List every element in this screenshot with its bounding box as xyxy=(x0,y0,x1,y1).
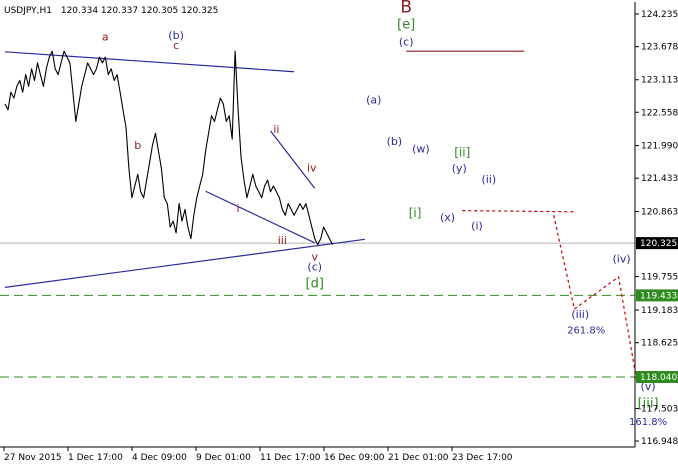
wave-label: (x) xyxy=(440,211,455,224)
wave-label: i xyxy=(237,202,240,215)
price-level-label: 118.040 xyxy=(640,373,677,383)
wave-label: [e] xyxy=(397,17,415,32)
time-tick-label: 1 Dec 17:00 xyxy=(68,453,123,463)
upper-wedge-line[interactable] xyxy=(270,130,316,189)
wave-label: (b) xyxy=(168,29,184,42)
time-tick-label: 21 Dec 01:00 xyxy=(388,453,449,463)
wave-label: (c) xyxy=(307,260,322,273)
ohlc-values: 120.334 120.337 120.305 120.325 xyxy=(61,6,218,16)
wave-label: [ii] xyxy=(454,146,470,160)
time-tick-label: 9 Dec 01:00 xyxy=(196,453,251,463)
time-tick-label: 16 Dec 09:00 xyxy=(324,453,385,463)
price-level-label: 120.325 xyxy=(640,239,677,249)
wave-label: (iv) xyxy=(612,253,630,266)
lower-wedge-line[interactable] xyxy=(205,190,316,244)
wave-label: (i) xyxy=(471,219,483,232)
price-tick-label: 116.948 xyxy=(641,437,678,447)
price-tick-label: 119.183 xyxy=(641,306,678,316)
time-tick-label: 23 Dec 17:00 xyxy=(452,453,513,463)
wave-label: (b) xyxy=(387,135,403,148)
wave-label: b xyxy=(134,139,141,152)
time-tick-label: 11 Dec 17:00 xyxy=(260,453,321,463)
price-chart[interactable]: a b c (b) i ii iii iv v (c) [d] (a) (b) B [e] (c) (w) [i]… xyxy=(0,0,678,466)
time-tick-label: 27 Nov 2015 xyxy=(4,453,62,463)
price-tick-label: 117.503 xyxy=(641,404,678,414)
wave-label: [d] xyxy=(306,276,324,291)
price-tick-label: 121.990 xyxy=(641,142,678,152)
wave-label: [i] xyxy=(409,206,422,220)
price-tick-label: 121.433 xyxy=(641,174,678,184)
price-tick-label: 122.558 xyxy=(641,108,678,118)
wave-label: (a) xyxy=(366,93,381,106)
support-dotted xyxy=(462,210,575,213)
price-tick-label: 123.678 xyxy=(641,43,678,53)
price-tick-label: 118.625 xyxy=(641,339,678,349)
time-tick-label: 4 Dec 09:00 xyxy=(132,453,187,463)
chart-header: USDJPY,H1 120.334 120.337 120.305 120.32… xyxy=(4,6,218,16)
wave-label: iv xyxy=(307,161,317,174)
wave-label: (ii) xyxy=(481,173,496,186)
price-level-label: 119.433 xyxy=(640,291,677,301)
symbol-label: USDJPY,H1 xyxy=(4,6,52,16)
wave-label: (iii) xyxy=(571,308,589,321)
price-tick-label: 120.863 xyxy=(641,208,678,218)
wave-label: a xyxy=(102,31,109,44)
wave-label: (y) xyxy=(452,162,467,175)
target-path xyxy=(553,215,637,379)
wave-label: ii xyxy=(273,123,279,136)
wave-label: (c) xyxy=(399,35,414,48)
price-tick-label: 123.113 xyxy=(641,76,678,86)
wave-label: B xyxy=(400,0,412,18)
price-tick-label: 124.235 xyxy=(641,10,678,20)
wave-label: 261.8% xyxy=(567,326,605,337)
wave-label: iii xyxy=(278,234,287,247)
chart-canvas[interactable]: abc(b)iiiiiiivv(c)[d](a)(b)B[e](c)(w)[i]… xyxy=(0,0,678,466)
wave-label: (w) xyxy=(412,143,430,156)
price-tick-label: 119.755 xyxy=(641,273,678,283)
